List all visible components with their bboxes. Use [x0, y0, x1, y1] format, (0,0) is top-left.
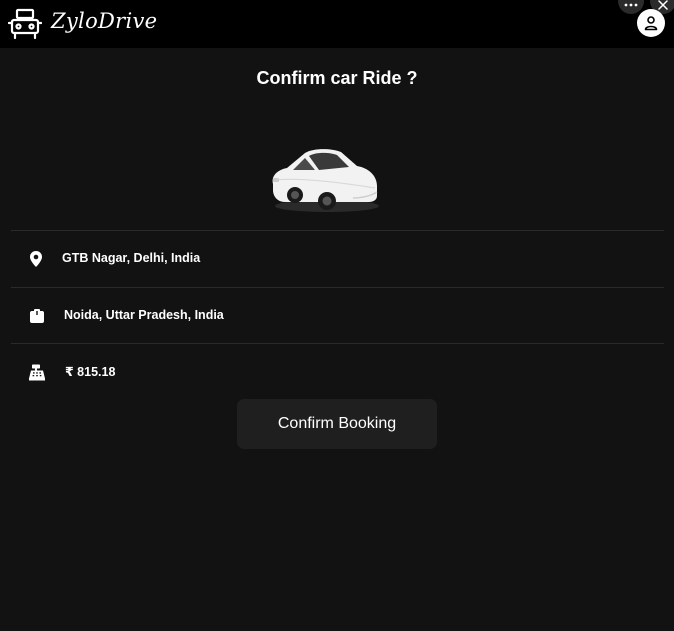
- page-title: Confirm car Ride ?: [256, 68, 418, 88]
- divider: [11, 230, 664, 231]
- user-icon: [644, 16, 658, 31]
- divider: [11, 343, 664, 344]
- close-icon: [658, 0, 668, 10]
- location-pin-icon: [30, 251, 42, 267]
- top-navbar: ZyloDrive: [0, 0, 674, 48]
- pickup-row: GTB Nagar, Delhi, India: [0, 239, 674, 279]
- car-logo-icon: [8, 8, 42, 40]
- stop-square-icon: [30, 309, 44, 323]
- fare-row: ₹ 815.18: [0, 352, 674, 392]
- ellipsis-icon: [624, 3, 638, 7]
- app-root: ZyloDrive Confirm car Ride ? GTB Nagar, …: [0, 0, 674, 631]
- car-image: [272, 149, 379, 212]
- confirm-booking-button[interactable]: Confirm Booking: [237, 399, 437, 449]
- destination-row: Noida, Uttar Pradesh, India: [0, 296, 674, 336]
- more-options-button[interactable]: [618, 0, 644, 14]
- fare-amount: ₹ 815.18: [65, 365, 116, 379]
- cash-register-icon: [29, 364, 45, 381]
- divider: [11, 287, 664, 288]
- profile-button[interactable]: [637, 9, 665, 37]
- pickup-location: GTB Nagar, Delhi, India: [62, 251, 201, 265]
- destination-location: Noida, Uttar Pradesh, India: [64, 308, 224, 322]
- brand-name[interactable]: ZyloDrive: [51, 9, 157, 33]
